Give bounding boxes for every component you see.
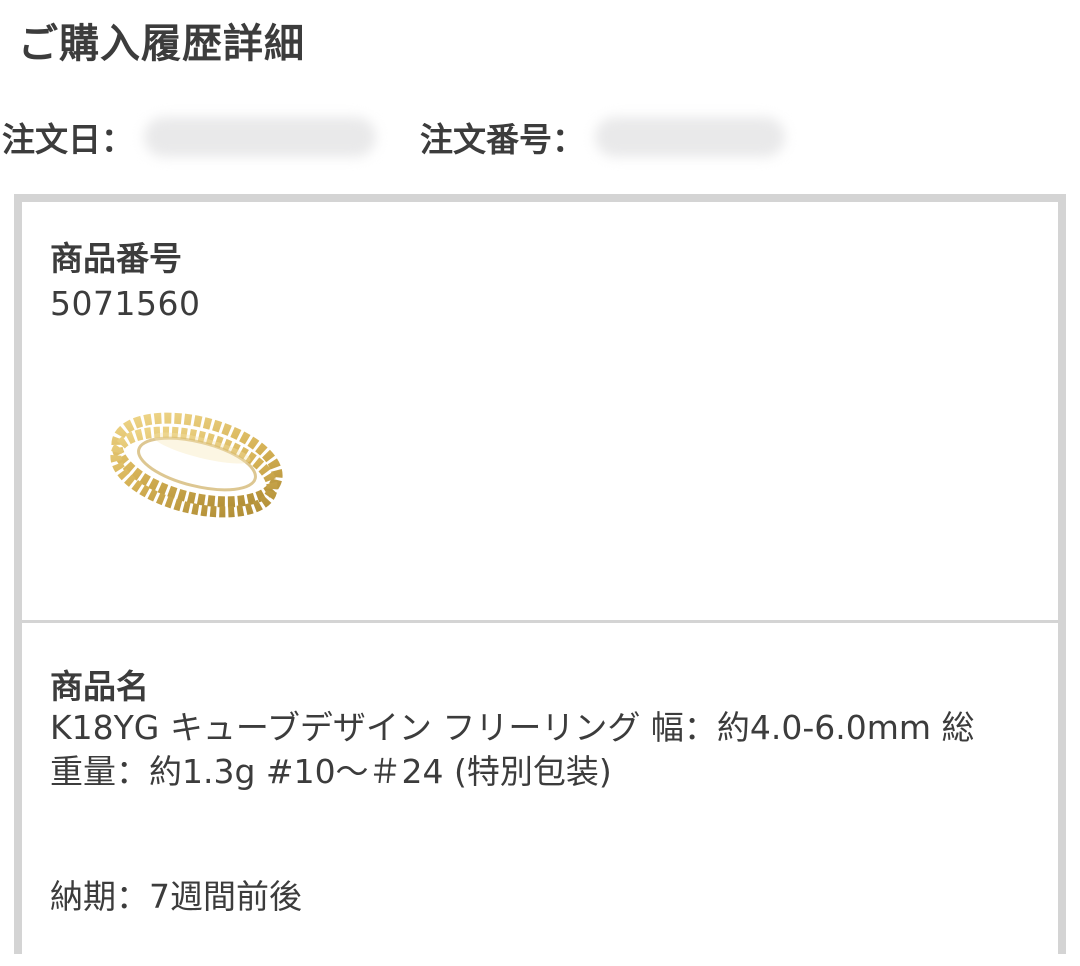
order-detail-card: 商品番号 5071560 商品名 K18YG キューブデザイン フリーリング 幅…	[14, 194, 1066, 954]
gold-ring-image[interactable]	[102, 392, 292, 532]
order-number-redacted	[595, 117, 785, 157]
order-date-label: 注文日：	[2, 120, 134, 159]
delivery-info: 納期：7週間前後	[50, 877, 302, 916]
product-name-section: 商品名 K18YG キューブデザイン フリーリング 幅：約4.0-6.0mm 総…	[22, 626, 1058, 966]
order-number-label: 注文番号：	[420, 120, 585, 159]
page-title: ご購入履歴詳細	[18, 21, 305, 67]
product-number-label: 商品番号	[50, 239, 182, 278]
product-number-section: 商品番号 5071560	[22, 202, 1058, 623]
product-number-value: 5071560	[50, 284, 201, 323]
product-name-label: 商品名	[50, 667, 149, 706]
order-meta: 注文日： 注文番号：	[2, 112, 785, 162]
order-date-redacted	[144, 117, 376, 157]
product-name-value: K18YG キューブデザイン フリーリング 幅：約4.0-6.0mm 総重量：約…	[50, 708, 975, 791]
